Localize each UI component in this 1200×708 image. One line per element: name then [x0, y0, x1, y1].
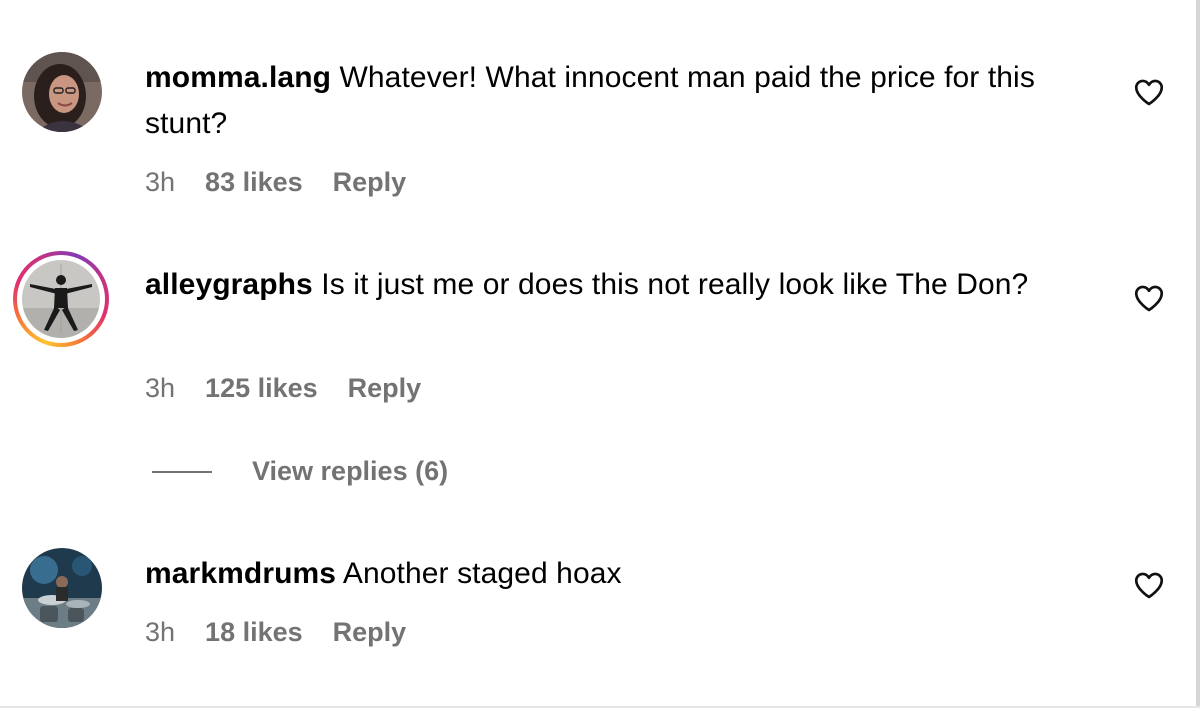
reply-button[interactable]: Reply: [348, 373, 422, 404]
view-replies-button[interactable]: View replies (6): [152, 456, 448, 487]
username[interactable]: momma.lang: [145, 61, 331, 94]
heart-outline-icon[interactable]: [1131, 75, 1167, 109]
scrollbar-edge: [1196, 0, 1200, 708]
reply-button[interactable]: Reply: [333, 617, 407, 648]
comment-meta: 3h 125 likes Reply: [145, 373, 421, 404]
heart-outline-icon[interactable]: [1131, 281, 1167, 315]
reply-button[interactable]: Reply: [333, 167, 407, 198]
avatar[interactable]: [22, 548, 102, 628]
likes-count[interactable]: 83 likes: [205, 167, 303, 198]
view-replies-label: View replies (6): [252, 456, 449, 486]
avatar[interactable]: [22, 260, 100, 338]
timestamp[interactable]: 3h: [145, 167, 175, 198]
timestamp[interactable]: 3h: [145, 373, 175, 404]
comment-meta: 3h 18 likes Reply: [145, 617, 406, 648]
replies-divider: [152, 470, 212, 473]
comment-text: Another staged hoax: [342, 557, 622, 590]
comment-body: alleygraphs Is it just me or does this n…: [145, 262, 1085, 308]
likes-count[interactable]: 125 likes: [205, 373, 318, 404]
username[interactable]: markmdrums: [145, 557, 336, 590]
heart-outline-icon[interactable]: [1131, 568, 1167, 602]
comment-body: momma.lang Whatever! What innocent man p…: [145, 55, 1085, 147]
comment-meta: 3h 83 likes Reply: [145, 167, 406, 198]
avatar[interactable]: [22, 52, 102, 132]
username[interactable]: alleygraphs: [145, 268, 313, 301]
comment-body: markmdrums Another staged hoax: [145, 551, 1085, 597]
timestamp[interactable]: 3h: [145, 617, 175, 648]
likes-count[interactable]: 18 likes: [205, 617, 303, 648]
comment-text: Is it just me or does this not really lo…: [321, 268, 1029, 301]
